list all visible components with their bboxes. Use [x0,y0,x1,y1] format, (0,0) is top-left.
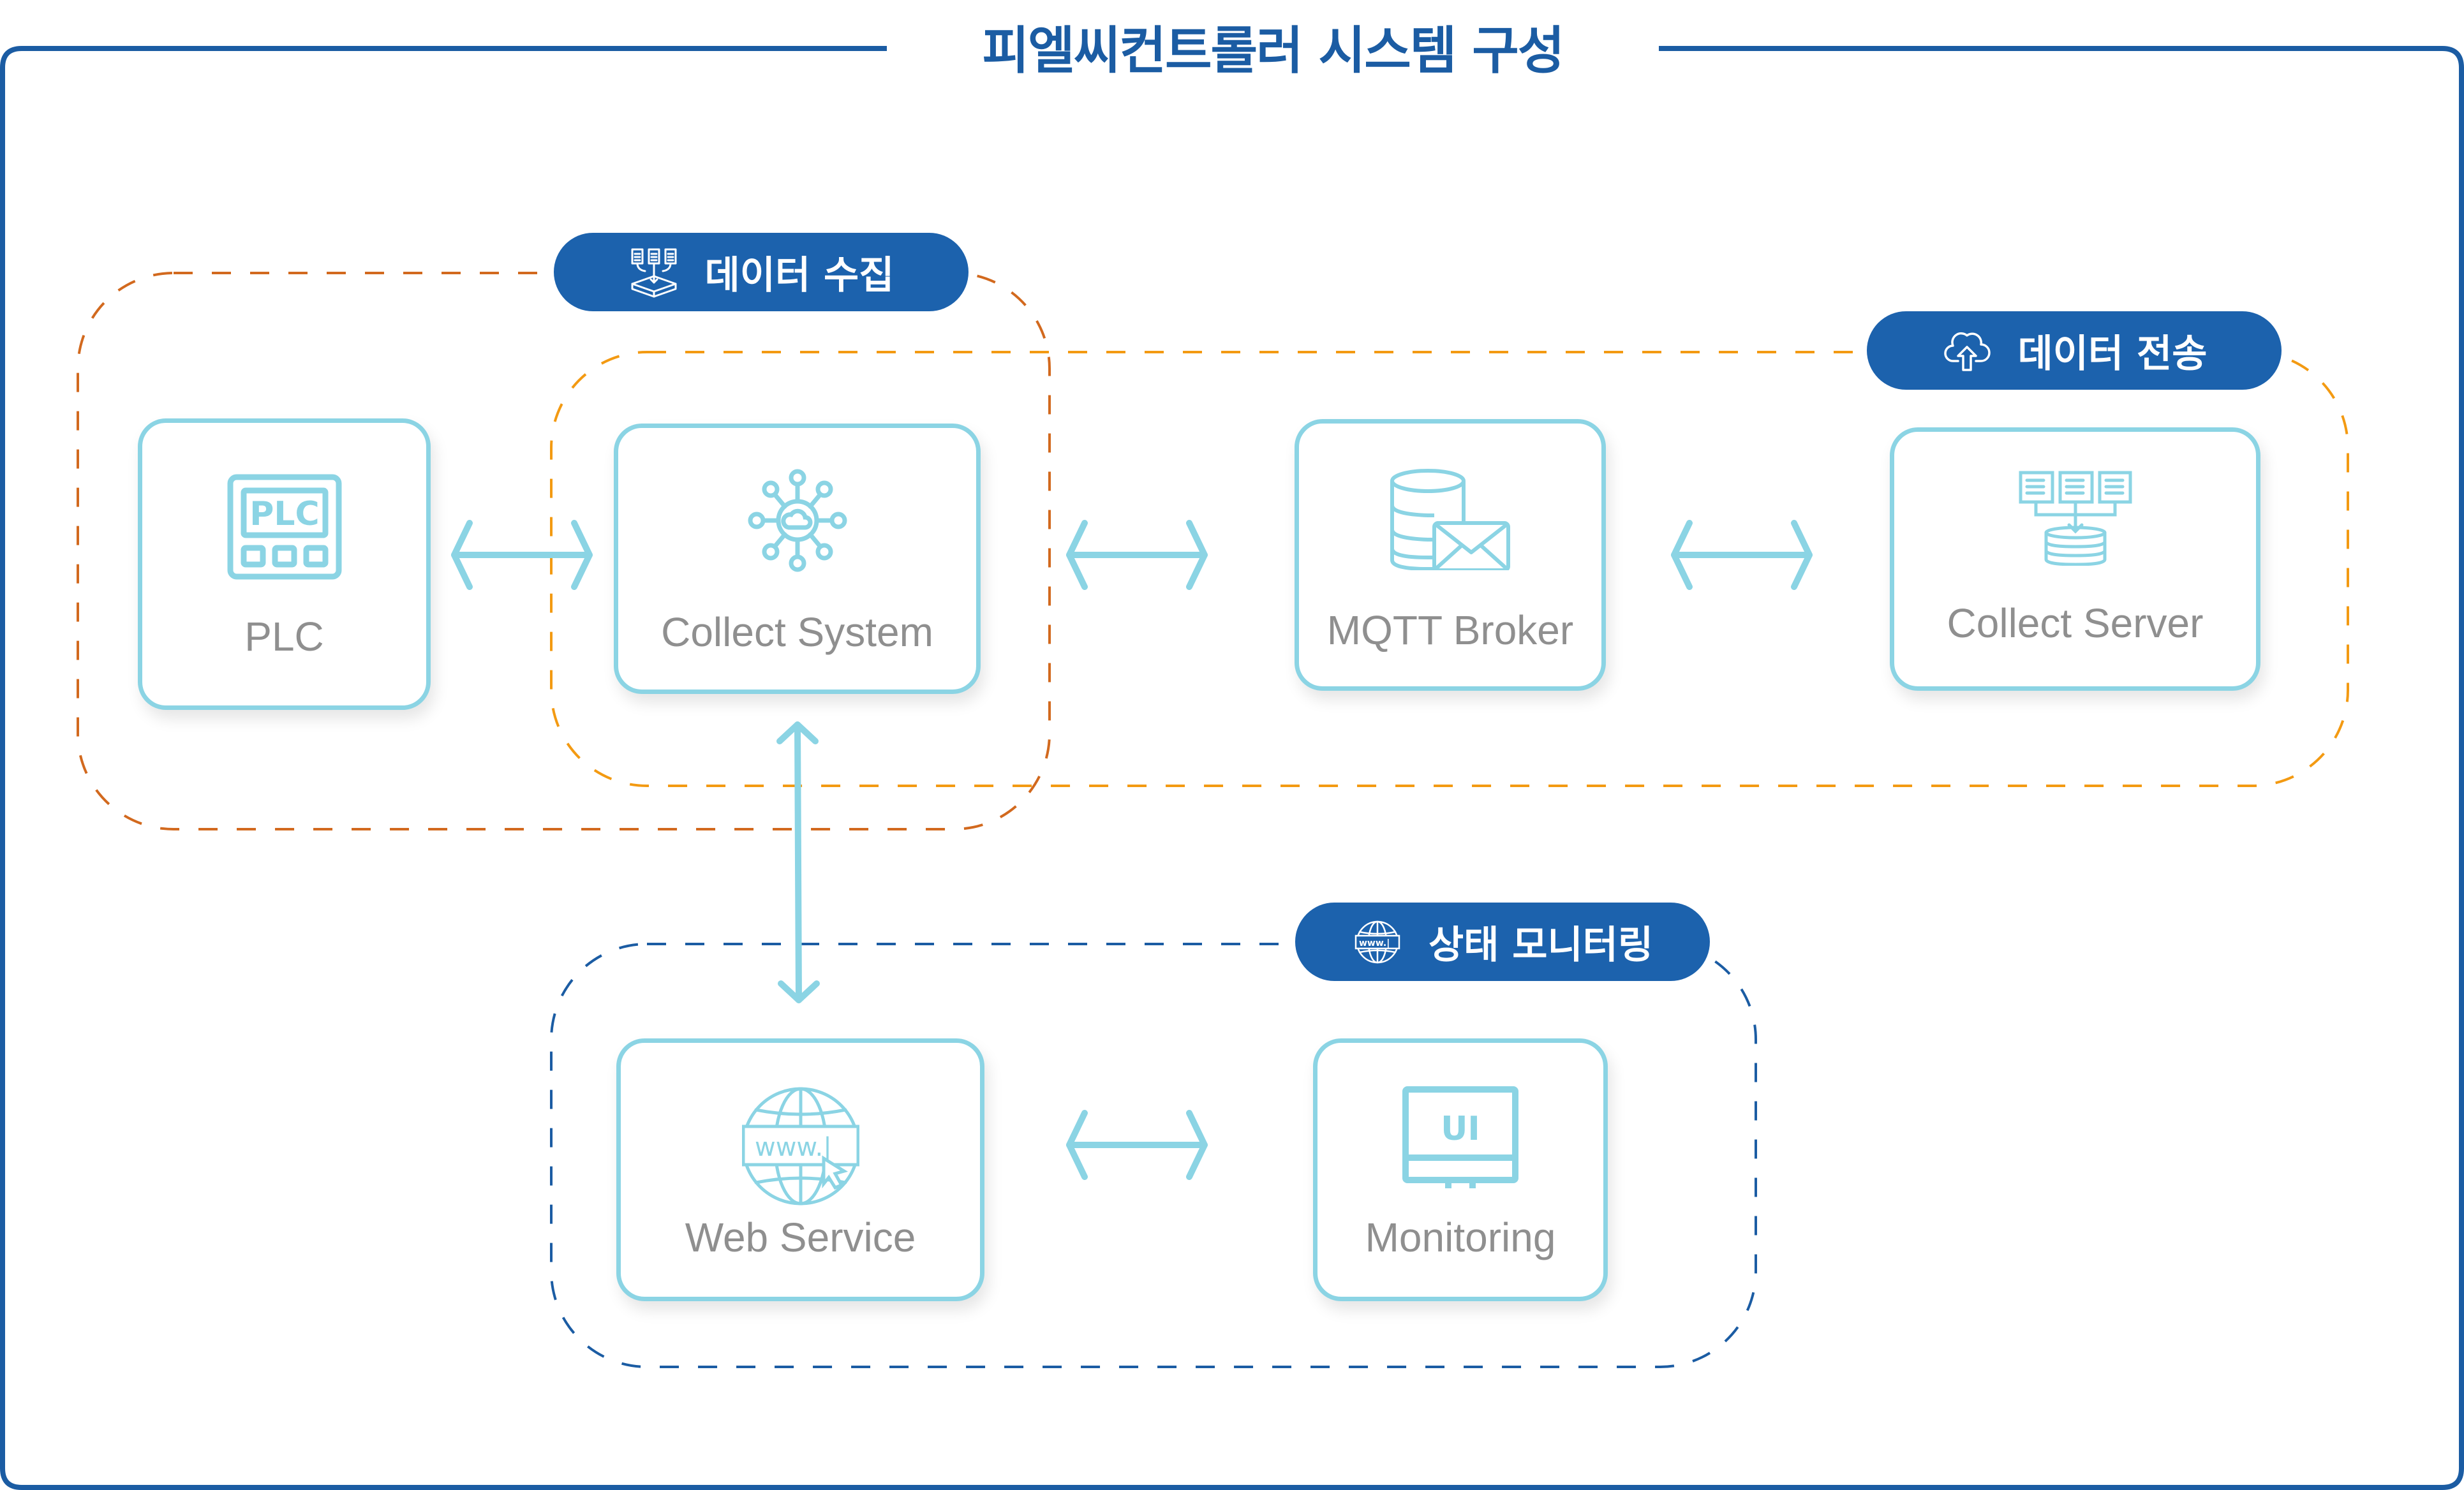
svg-text:www.|: www.| [1359,938,1390,948]
node-label: PLC [244,614,324,660]
node-label: Web Service [685,1214,916,1260]
group-label-data-collection: 데이터 수집 [554,233,969,311]
group-label-status-monitoring: www.| 상태 모니터링 [1295,903,1710,981]
node-web-service[interactable]: www.| Web Service [616,1038,984,1301]
documents-to-database-icon [2019,471,2132,566]
arrow-collect-system-web-service [776,721,820,1003]
system-diagram: 피엘씨컨트롤러 시스템 구성 데이터 수집 데이터 전송 www.| 상태 모니… [0,0,2464,1490]
node-label: Monitoring [1365,1214,1556,1260]
group-label-text: 상태 모니터링 [1428,923,1654,968]
diagram-lines [0,46,2464,1490]
node-label: MQTT Broker [1326,607,1574,653]
svg-text:www.|: www.| [755,1133,832,1162]
node-collect-system[interactable]: Collect System [614,424,981,694]
globe-www-icon: www.| [1354,920,1400,963]
arrow-mqtt-collect-server [1671,520,1813,590]
arrow-collect-system-mqtt [1066,520,1208,590]
group-label-text: 데이터 수집 [704,253,894,298]
node-plc[interactable]: PLC PLC [138,418,431,710]
group-label-text: 데이터 전송 [2017,332,2208,376]
node-mqtt-broker[interactable]: MQTT Broker [1295,419,1606,691]
arrow-plc-collect-system [451,520,593,590]
svg-text:UI: UI [1441,1110,1480,1148]
cloud-upload-icon [1943,332,1991,371]
node-label: Collect System [661,609,933,655]
data-collection-icon [631,248,677,297]
outer-frame [0,46,2464,1490]
svg-text:PLC: PLC [249,495,319,533]
node-monitoring[interactable]: UI Monitoring [1313,1038,1608,1301]
arrow-web-service-monitoring [1066,1110,1208,1180]
globe-www-icon: www.| [741,1087,859,1206]
cloud-network-icon [748,469,847,572]
group-label-data-transfer: 데이터 전송 [1867,311,2282,390]
node-collect-server[interactable]: Collect Server [1890,427,2260,691]
page-title: 피엘씨컨트롤러 시스템 구성 [887,11,1659,82]
monitor-ui-icon: UI [1402,1086,1518,1188]
node-label: Collect Server [1947,600,2204,646]
plc-icon: PLC [227,474,341,580]
database-mail-icon [1390,469,1510,570]
